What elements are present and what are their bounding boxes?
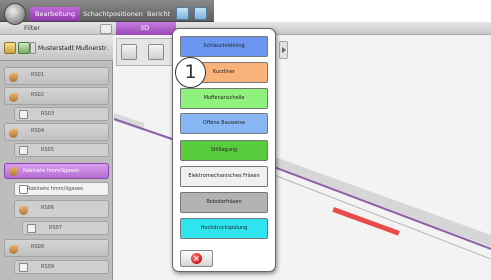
option-roboterfraesen-button[interactable]: Roboterfräsen xyxy=(180,192,268,213)
list-item-label: RS05 xyxy=(41,147,55,153)
refresh-icon[interactable] xyxy=(18,42,30,54)
list-item-label: RS08 xyxy=(31,244,45,250)
ribbon-3d-label: 3D xyxy=(140,24,150,32)
canvas-top-area xyxy=(214,0,491,22)
quick-access-icon-1[interactable] xyxy=(176,7,189,20)
list-item-label: RS04 xyxy=(31,128,45,134)
option-stilllegung-button[interactable]: Stilllegung xyxy=(180,140,268,161)
list-item-label: RS07 xyxy=(49,225,63,231)
app-logo-button[interactable] xyxy=(4,3,26,25)
project-title: Musterstadt Mußnerstr. xyxy=(38,45,108,52)
popup-close-button[interactable]: × xyxy=(180,250,213,267)
step-callout: 1 xyxy=(175,57,206,88)
manhole-icon xyxy=(9,129,18,138)
road-shape xyxy=(264,153,491,247)
manhole-icon xyxy=(9,245,18,254)
layer-tool-button[interactable] xyxy=(148,44,164,60)
list-item[interactable]: RS05 xyxy=(14,143,109,157)
manhole-icon xyxy=(9,167,18,176)
tab-schachtpositionen[interactable]: Schachtpositionen xyxy=(78,7,148,21)
manhole-icon xyxy=(9,73,18,82)
option-elektromechanisches-fraesen-button[interactable]: Elektromechanisches Fräsen xyxy=(180,166,268,187)
pipe-guide-line xyxy=(273,174,491,260)
tab-bearbeitung[interactable]: Bearbeitung xyxy=(30,7,80,21)
pipe-segment xyxy=(273,166,491,250)
manhole-icon xyxy=(9,93,18,102)
option-hochdruckspuelung-button[interactable]: Hochdruckspülung xyxy=(180,218,268,239)
list-item-label: RS09 xyxy=(41,264,55,270)
manhole-icon xyxy=(19,206,28,215)
list-item[interactable]: Robinete hmm/ligaseo xyxy=(14,182,109,196)
pipe-segment xyxy=(114,118,173,140)
folder-icon[interactable] xyxy=(4,42,16,54)
list-item-label: Robinete hmm/ligaseo xyxy=(27,186,84,192)
list-item[interactable]: RS03 xyxy=(14,107,109,121)
list-item-label: RS01 xyxy=(31,72,45,78)
close-icon: × xyxy=(191,253,202,264)
pipe-icon xyxy=(19,110,28,119)
tab-bericht[interactable]: Bericht xyxy=(142,7,175,21)
pipe-icon xyxy=(27,224,36,233)
quick-access-icon-2[interactable] xyxy=(194,7,207,20)
list-item-label: RS02 xyxy=(31,92,45,98)
pipe-icon xyxy=(19,146,28,155)
option-offene-bauweise-button[interactable]: Offene Bauweise xyxy=(180,113,268,134)
list-item[interactable]: RS02 xyxy=(4,87,109,105)
list-item[interactable]: RS08 xyxy=(4,239,109,257)
project-tree-toolbar: Musterstadt Mußnerstr. xyxy=(0,35,113,61)
option-muffenanschelle-button[interactable]: Muffenanschelle xyxy=(180,88,268,109)
option-schlauchrelining-button[interactable]: Schlauchrelining xyxy=(180,36,268,57)
pipe-network-drawing[interactable] xyxy=(114,35,491,280)
list-item[interactable]: RS04 xyxy=(4,123,109,141)
list-item-label: RS06 xyxy=(41,205,55,211)
list-item[interactable]: RS09 xyxy=(14,260,109,274)
ribbon-3d-tab[interactable]: 3D xyxy=(116,22,176,35)
project-icon xyxy=(30,42,36,54)
pen-tool-button[interactable] xyxy=(121,44,137,60)
list-item-selected[interactable]: Robinete hmm/ligaseo xyxy=(4,163,109,179)
list-item[interactable]: RS06 xyxy=(14,200,109,218)
list-item[interactable]: RS07 xyxy=(22,221,109,235)
list-item-label: Robinete hmm/ligaseo xyxy=(23,168,80,174)
scroll-right-button[interactable] xyxy=(279,41,288,59)
filter-label: Filter xyxy=(24,24,41,32)
filter-edit-button[interactable] xyxy=(100,24,112,34)
list-item[interactable]: RS01 xyxy=(4,67,109,85)
project-tree-panel: Musterstadt Mußnerstr. RS01 RS02 RS03 RS… xyxy=(0,35,113,280)
pipe-icon xyxy=(19,263,28,272)
list-item-label: RS03 xyxy=(41,111,55,117)
